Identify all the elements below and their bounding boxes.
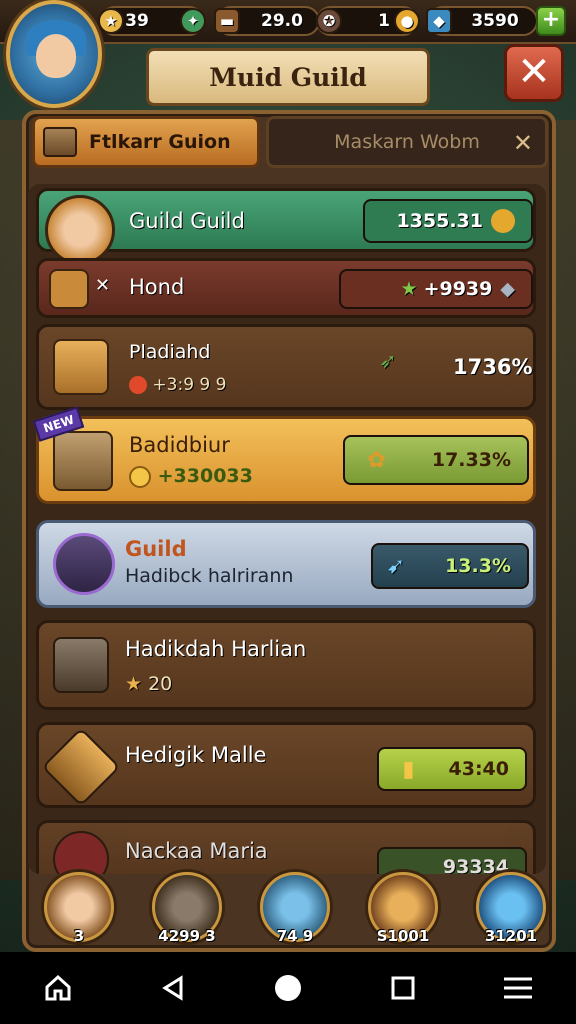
dock-shop-label: 31201 xyxy=(484,927,538,945)
row-subtext-value: +3:9 9 9 xyxy=(152,375,227,395)
row-value: ➹ 13.3% xyxy=(371,543,529,589)
row-value: ✿ 17.33% xyxy=(343,435,529,485)
bottom-dock: 3 4299 3 74 9 S1001 31201 xyxy=(26,872,554,950)
hero-avatar xyxy=(45,195,115,265)
dock-guild-label: S1001 xyxy=(376,927,430,945)
row-value: 1355.31 xyxy=(363,199,533,243)
system-nav-bar xyxy=(0,952,576,1024)
hero-avatar xyxy=(53,533,115,595)
page-title: Muid Guild xyxy=(146,48,430,106)
arrow-icon: ➶ xyxy=(379,349,397,373)
dock-hero-label: 3 xyxy=(73,927,85,945)
row-value: ▮ 43:40 xyxy=(377,747,527,791)
add-resource-button[interactable]: + xyxy=(536,6,566,36)
resource-gems[interactable]: ★ 39 ✦ xyxy=(98,6,206,36)
star-icon: ★ xyxy=(400,278,418,300)
dock-shop-button[interactable]: 31201 xyxy=(476,872,546,945)
shield-icon xyxy=(53,637,109,693)
row-value-text: 17.33% xyxy=(431,449,511,471)
dock-chest-button[interactable]: 4299 3 xyxy=(152,872,222,945)
star-badge-icon: ✪ xyxy=(316,8,342,34)
gold-coin-icon: ● xyxy=(394,8,420,34)
row-value-text: 43:40 xyxy=(448,758,509,780)
close-button[interactable]: ✕ xyxy=(504,44,564,102)
row-subtext: Hadibck halrirann xyxy=(125,565,294,587)
resource-wood-value: 29.0 xyxy=(261,11,303,31)
list-item[interactable]: Guild Guild 1355.31 xyxy=(36,188,536,265)
crate-icon xyxy=(49,269,89,309)
row-subtext: +3:9 9 9 xyxy=(129,375,226,395)
row-value: 1736% xyxy=(453,355,533,379)
crystal-icon: ◆ xyxy=(500,278,515,300)
resource-gold-value: 1 xyxy=(378,11,390,31)
row-name: Hond xyxy=(129,275,185,299)
resource-crystals-value: 3590 xyxy=(471,11,519,31)
fire-icon xyxy=(129,376,147,394)
gold-coin-icon xyxy=(491,209,515,233)
chest-icon xyxy=(43,127,77,157)
guild-list[interactable]: Guild Guild 1355.31 ✕ Hond ★ +9939 ◆ Pla… xyxy=(28,184,546,874)
resource-crystals[interactable]: ◆ 3590 xyxy=(426,6,538,36)
glove-icon xyxy=(53,339,109,395)
tab-bar: Ftlkarr Guion Maskarn Wobm ✕ xyxy=(30,116,550,170)
log-icon: ▬ xyxy=(214,8,240,34)
list-item-selected[interactable]: NEW Badidbiur +330033 ✿ 17.33% xyxy=(32,406,536,504)
player-avatar[interactable] xyxy=(6,0,102,108)
list-item[interactable]: Pladiahd +3:9 9 9 ➶ 1736% xyxy=(36,324,536,410)
sword-icon: ➹ xyxy=(386,553,406,579)
row-value-text: +9939 xyxy=(423,278,493,300)
back-icon[interactable] xyxy=(143,958,203,1018)
row-value-text: 1355.31 xyxy=(396,210,483,232)
list-item[interactable]: Guild Hadibck halrirann ➹ 13.3% xyxy=(36,520,536,608)
dock-crystal-label: 74 9 xyxy=(276,927,314,945)
gold-coin-icon xyxy=(129,465,151,488)
row-name: Badidbiur xyxy=(129,433,230,457)
leaf-icon: ✦ xyxy=(180,8,206,34)
list-item[interactable]: Nackaa Maria 93334 xyxy=(36,820,536,874)
circle-home-icon[interactable] xyxy=(258,958,318,1018)
crystal-icon: ◆ xyxy=(426,8,452,34)
dock-hero-button[interactable]: 3 xyxy=(44,872,114,945)
row-subtext: +330033 xyxy=(129,465,253,488)
row-name: Nackaa Maria xyxy=(125,839,268,863)
tab-guild[interactable]: Ftlkarr Guion xyxy=(32,116,260,168)
scroll-icon: ▮ xyxy=(402,756,415,782)
list-item[interactable]: ✕ Hond ★ +9939 ◆ xyxy=(36,258,536,318)
dock-chest-label: 4299 3 xyxy=(158,927,216,945)
recents-icon[interactable] xyxy=(373,958,433,1018)
home-icon[interactable] xyxy=(28,958,88,1018)
tab-members-label: Maskarn Wobm xyxy=(334,131,480,153)
row-name: Hadikdah Harlian xyxy=(125,637,307,661)
row-subtext-value: 20 xyxy=(148,673,173,695)
helmet-icon xyxy=(53,431,113,491)
close-icon[interactable]: ✕ xyxy=(513,129,533,157)
row-name: Guild Guild xyxy=(129,209,245,233)
resource-gems-value: 39 xyxy=(125,11,149,31)
row-subtext: ★ 20 xyxy=(125,673,172,695)
row-value: 93334 xyxy=(377,847,527,874)
dock-guild-button[interactable]: S1001 xyxy=(368,872,438,945)
row-value-text: 13.3% xyxy=(445,555,511,577)
list-item[interactable]: Hedigik Malle ▮ 43:40 xyxy=(36,722,536,808)
avatar-face xyxy=(36,34,76,78)
star-icon: ★ xyxy=(125,673,143,695)
tab-members[interactable]: Maskarn Wobm ✕ xyxy=(266,116,548,168)
paw-icon: ✿ xyxy=(367,447,386,473)
tab-guild-label: Ftlkarr Guion xyxy=(89,131,231,153)
dock-crystal-button[interactable]: 74 9 xyxy=(260,872,330,945)
hero-avatar xyxy=(53,831,109,874)
resource-gold[interactable]: ✪ 1 ● xyxy=(316,6,420,36)
star-icon: ★ xyxy=(98,8,124,34)
row-name: Pladiahd xyxy=(129,341,211,363)
dagger-icon xyxy=(41,727,121,807)
row-name: Guild xyxy=(125,537,187,561)
row-subtext-value: +330033 xyxy=(157,465,253,487)
resource-wood[interactable]: ▬ 29.0 xyxy=(214,6,320,36)
list-item[interactable]: Hadikdah Harlian ★ 20 xyxy=(36,620,536,710)
menu-icon[interactable] xyxy=(488,958,548,1018)
row-name: Hedigik Malle xyxy=(125,743,267,767)
cross-icon: ✕ xyxy=(95,275,111,296)
row-value: ★ +9939 ◆ xyxy=(339,269,533,309)
